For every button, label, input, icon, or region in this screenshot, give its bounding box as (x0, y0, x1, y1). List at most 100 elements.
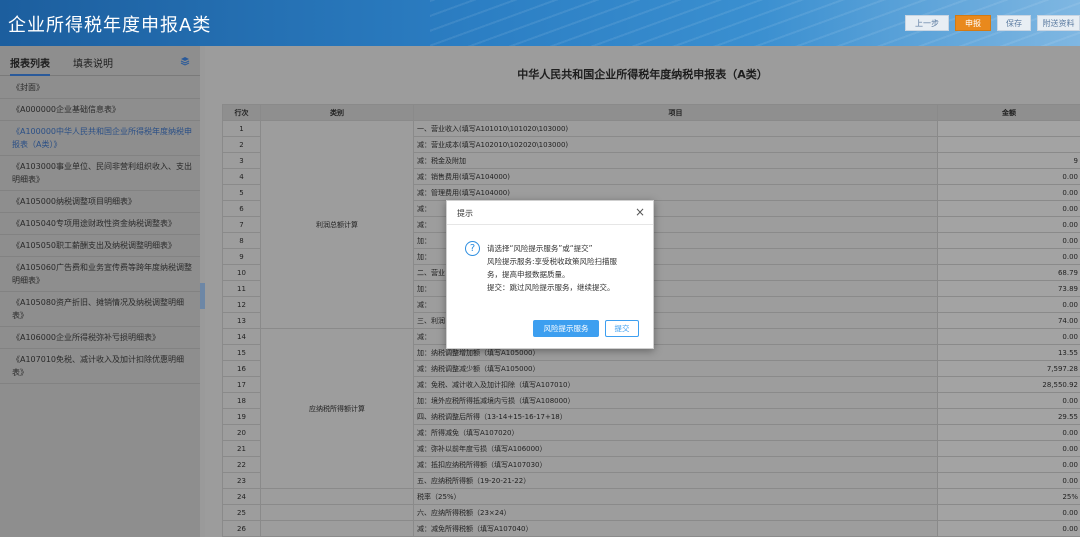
dialog-line: 风险提示服务:享受税收政策风险扫描服 (487, 257, 618, 266)
item-label: 减：营业成本(填写A102010\102020\103000) (413, 136, 938, 153)
amount-cell[interactable]: 0.00 (937, 456, 1080, 473)
row-number: 8 (222, 232, 261, 249)
amount-cell[interactable]: 0.00 (937, 392, 1080, 409)
amount-cell[interactable]: 68.79 (937, 264, 1080, 281)
dialog-message: 请选择“风险提示服务”或“提交” 风险提示服务:享受税收政策风险扫描服 务，提高… (487, 242, 647, 294)
declare-button[interactable]: 申报 (955, 15, 991, 31)
tab-report-list[interactable]: 报表列表 (10, 55, 50, 76)
close-icon[interactable]: × (633, 205, 647, 219)
risk-service-button[interactable]: 风险提示服务 (533, 320, 599, 337)
amount-cell[interactable]: 28,550.92 (937, 376, 1080, 393)
dialog-line: 提交：跳过风险提示服务，继续提交。 (487, 283, 615, 292)
app-title: 企业所得税年度申报A类 (8, 15, 212, 36)
header-amount: 金额 (937, 104, 1080, 121)
attachments-button[interactable]: 附送资料 (1037, 15, 1080, 31)
sidebar-item-a000000[interactable]: 《A000000企业基础信息表》 (0, 99, 200, 121)
row-number: 13 (222, 312, 261, 329)
header-item: 项目 (413, 104, 938, 121)
table-row: 1 利润总额计算 一、营业收入(填写A101010\101020\103000) (222, 120, 1080, 329)
row-number: 17 (222, 376, 261, 393)
sidebar-item-a105060[interactable]: 《A105060广告费和业务宣传费等跨年度纳税调整明细表》 (0, 257, 200, 292)
report-list: 《封面》 《A000000企业基础信息表》 《A100000中华人民共和国企业所… (0, 77, 200, 384)
row-number: 6 (222, 200, 261, 217)
item-label: 减：减免所得税额（填写A107040） (413, 520, 938, 537)
layers-icon[interactable] (180, 56, 190, 66)
amount-cell[interactable]: 0.00 (937, 216, 1080, 233)
amount-cell[interactable] (937, 120, 1080, 137)
row-number: 19 (222, 408, 261, 425)
row-number: 1 (222, 120, 261, 137)
amount-cell[interactable]: 0.00 (937, 472, 1080, 489)
category-cell (260, 488, 414, 505)
sidebar-item-a105000[interactable]: 《A105000纳税调整项目明细表》 (0, 191, 200, 213)
item-label: 减：免税、减计收入及加计扣除（填写A107010） (413, 376, 938, 393)
row-number: 14 (222, 328, 261, 345)
dialog-header: 提示 × (447, 201, 653, 225)
amount-cell[interactable]: 0.00 (937, 184, 1080, 201)
row-number: 4 (222, 168, 261, 185)
item-label: 税率（25%） (413, 488, 938, 505)
sidebar-item-a106000[interactable]: 《A106000企业所得税弥补亏损明细表》 (0, 327, 200, 349)
amount-cell[interactable]: 0.00 (937, 520, 1080, 537)
amount-cell[interactable]: 73.89 (937, 280, 1080, 297)
sidebar-tabs: 报表列表 填表说明 (0, 46, 200, 76)
sidebar-item-a105080[interactable]: 《A105080资产折旧、摊销情况及纳税调整明细表》 (0, 292, 200, 327)
item-label: 加：境外应税所得抵减境内亏损（填写A108000） (413, 392, 938, 409)
category-taxable: 应纳税所得额计算 (260, 328, 414, 489)
category-cell (260, 520, 414, 537)
item-label: 减：所得减免（填写A107020） (413, 424, 938, 441)
header-category: 类别 (260, 104, 414, 121)
sidebar-item-cover[interactable]: 《封面》 (0, 77, 200, 99)
form-title: 中华人民共和国企业所得税年度纳税申报表（A类） (517, 68, 768, 81)
category-profit: 利润总额计算 (260, 120, 414, 329)
amount-cell[interactable]: 9 (937, 152, 1080, 169)
item-label: 一、营业收入(填写A101010\101020\103000) (413, 120, 938, 137)
item-label: 减：抵扣应纳税所得额（填写A107030） (413, 456, 938, 473)
amount-cell[interactable]: 25% (937, 488, 1080, 505)
amount-cell[interactable]: 0.00 (937, 504, 1080, 521)
row-number: 24 (222, 488, 261, 505)
submit-button[interactable]: 提交 (605, 320, 639, 337)
row-number: 5 (222, 184, 261, 201)
row-number: 18 (222, 392, 261, 409)
row-number: 16 (222, 360, 261, 377)
amount-cell[interactable]: 74.00 (937, 312, 1080, 329)
sidebar-item-a105050[interactable]: 《A105050职工薪酬支出及纳税调整明细表》 (0, 235, 200, 257)
table-header-row: 行次 类别 项目 金额 (222, 104, 1080, 121)
sidebar-item-a103000[interactable]: 《A103000事业单位、民间非营利组织收入、支出明细表》 (0, 156, 200, 191)
amount-cell[interactable]: 0.00 (937, 200, 1080, 217)
question-icon: ? (465, 241, 480, 256)
sidebar-item-a100000[interactable]: 《A100000中华人民共和国企业所得税年度纳税申报表（A类）》 (0, 121, 200, 156)
amount-cell[interactable]: 13.55 (937, 344, 1080, 361)
save-button[interactable]: 保存 (997, 15, 1031, 31)
item-label: 减：销售费用(填写A104000) (413, 168, 938, 185)
amount-cell[interactable]: 29.55 (937, 408, 1080, 425)
amount-cell[interactable]: 0.00 (937, 296, 1080, 313)
sidebar: 报表列表 填表说明 《封面》 《A000000企业基础信息表》 《A100000… (0, 46, 200, 537)
sidebar-item-a105040[interactable]: 《A105040专项用途财政性资金纳税调整表》 (0, 213, 200, 235)
row-number: 15 (222, 344, 261, 361)
dialog-line: 务，提高申报数据质量。 (487, 270, 570, 279)
amount-cell[interactable]: 0.00 (937, 440, 1080, 457)
table-row: 25 六、应纳所得税额（23×24） 0.00 (222, 504, 1080, 521)
amount-cell[interactable]: 0.00 (937, 248, 1080, 265)
row-number: 22 (222, 456, 261, 473)
row-number: 7 (222, 216, 261, 233)
item-label: 五、应纳税所得额（19-20-21-22） (413, 472, 938, 489)
amount-cell[interactable]: 0.00 (937, 232, 1080, 249)
amount-cell[interactable] (937, 136, 1080, 153)
item-label: 四、纳税调整后所得（13-14+15-16-17+18） (413, 408, 938, 425)
prev-step-button[interactable]: 上一步 (905, 15, 949, 31)
risk-prompt-dialog: 提示 × ? 请选择“风险提示服务”或“提交” 风险提示服务:享受税收政策风险扫… (446, 200, 654, 349)
row-number: 12 (222, 296, 261, 313)
amount-cell[interactable]: 0.00 (937, 328, 1080, 345)
amount-cell[interactable]: 0.00 (937, 424, 1080, 441)
amount-cell[interactable]: 0.00 (937, 168, 1080, 185)
item-label: 减：纳税调整减少额（填写A105000） (413, 360, 938, 377)
row-number: 25 (222, 504, 261, 521)
tab-fill-instructions[interactable]: 填表说明 (73, 55, 113, 70)
row-number: 11 (222, 280, 261, 297)
sidebar-item-a107010[interactable]: 《A107010免税、减计收入及加计扣除优惠明细表》 (0, 349, 200, 384)
amount-cell[interactable]: 7,597.28 (937, 360, 1080, 377)
row-number: 2 (222, 136, 261, 153)
